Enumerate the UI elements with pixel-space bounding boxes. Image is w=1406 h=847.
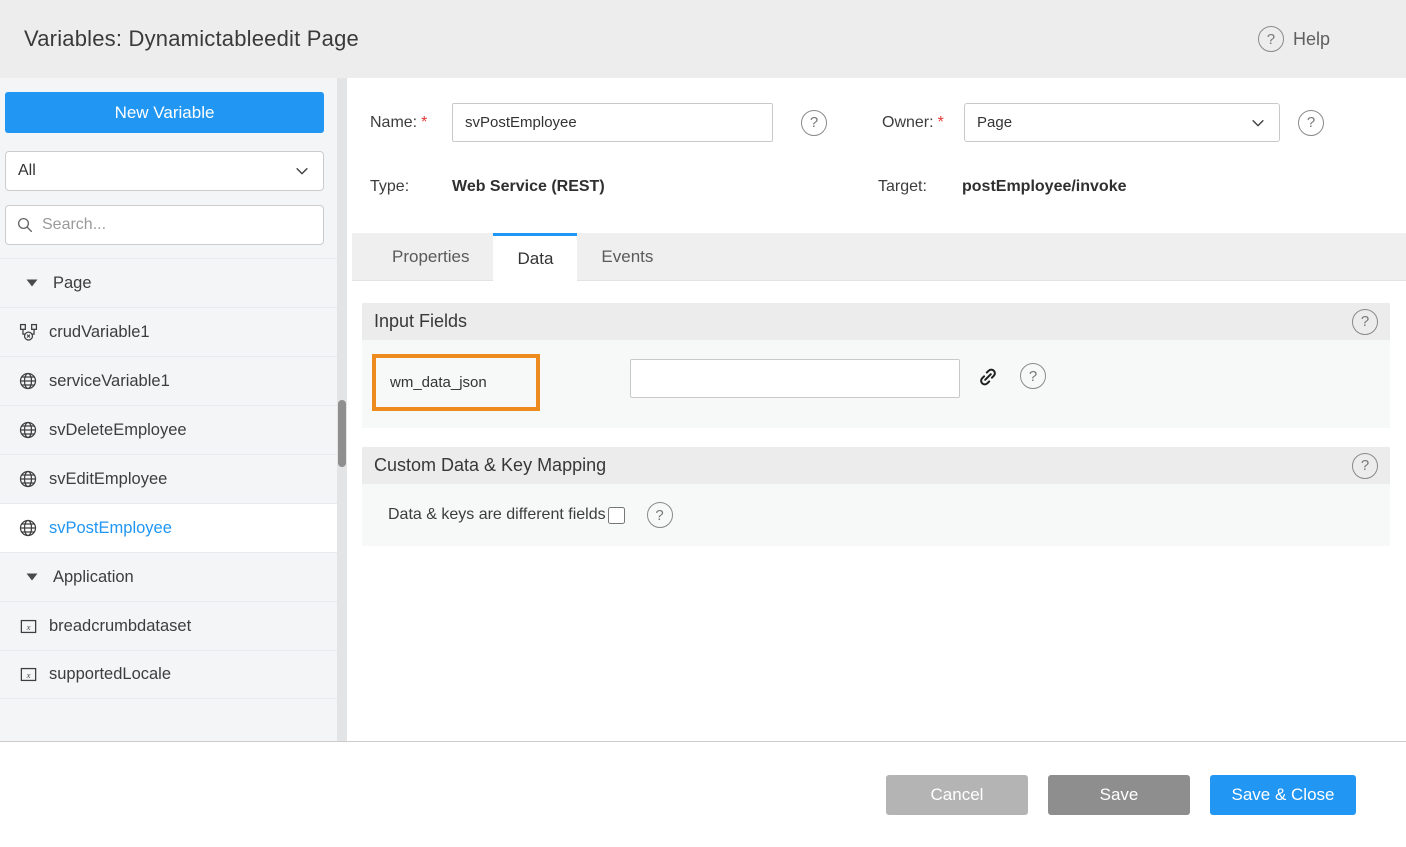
custom-mapping-header: Custom Data & Key Mapping ? (362, 447, 1390, 484)
variable-item-sveditemployee[interactable]: svEditEmployee (0, 454, 337, 503)
variable-label: Application (53, 568, 134, 587)
name-help-icon[interactable]: ? (801, 110, 827, 136)
custom-mapping-body: Data & keys are different fields ? (362, 484, 1390, 546)
owner-select[interactable]: Page (964, 103, 1280, 142)
name-label: Name:* (370, 114, 452, 132)
svg-text:x: x (25, 622, 30, 632)
tab-events[interactable]: Events (577, 233, 677, 280)
variable-list: Page crudVariable1 serviceVariable1 svDelet… (0, 258, 337, 699)
variable-label: svPostEmployee (49, 519, 172, 538)
section-title: Custom Data & Key Mapping (374, 455, 606, 476)
content-footer-divider (0, 741, 1406, 742)
variable-group-page[interactable]: Page (0, 258, 337, 307)
target-value: postEmployee/invoke (962, 178, 1127, 196)
required-asterisk: * (421, 114, 427, 131)
form-row-2: Type: Web Service (REST) Target: postEmp… (370, 176, 1127, 198)
different-fields-checkbox[interactable] (608, 507, 625, 524)
help-icon: ? (1258, 26, 1284, 52)
globe-icon (18, 469, 38, 489)
save-button[interactable]: Save (1048, 775, 1190, 815)
field-value-input[interactable] (630, 359, 960, 398)
custom-mapping-section: Custom Data & Key Mapping ? Data & keys … (362, 447, 1390, 546)
variables-sidebar: New Variable All Page crudVariable1 servic… (0, 78, 337, 742)
search-icon (16, 216, 34, 234)
field-help-icon[interactable]: ? (1020, 363, 1046, 389)
globe-icon (18, 371, 38, 391)
help-label: Help (1293, 29, 1330, 50)
variable-item-svpostemployee[interactable]: svPostEmployee (0, 503, 337, 552)
variable-filter-select[interactable]: All (5, 151, 324, 191)
variable-editor: Name:* ? Owner:* Page ? Type: Web Servic… (352, 78, 1406, 742)
save-and-close-button[interactable]: Save & Close (1210, 775, 1356, 815)
owner-label: Owner:* (882, 114, 964, 132)
bind-link-icon[interactable] (976, 365, 1000, 389)
tab-bar: PropertiesDataEvents (352, 233, 1406, 281)
sidebar-scrollbar[interactable] (337, 78, 347, 742)
owner-help-icon[interactable]: ? (1298, 110, 1324, 136)
model-variable-icon: x (18, 617, 38, 636)
input-fields-help-icon[interactable]: ? (1352, 309, 1378, 335)
variable-label: supportedLocale (49, 665, 171, 684)
variable-label: svEditEmployee (49, 470, 167, 489)
field-name-label: wm_data_json (390, 374, 487, 391)
variable-item-supportedlocale[interactable]: x supportedLocale (0, 650, 337, 699)
chevron-down-icon (293, 162, 311, 180)
svg-text:x: x (25, 670, 30, 680)
input-fields-header: Input Fields ? (362, 303, 1390, 340)
variable-label: svDeleteEmployee (49, 421, 187, 440)
variable-label: Page (53, 274, 92, 293)
globe-icon (18, 518, 38, 538)
dialog-header: Variables: Dynamictableedit Page ? Help (0, 0, 1406, 78)
different-fields-label: Data & keys are different fields (388, 506, 606, 524)
form-row-1: Name:* ? Owner:* Page ? (370, 103, 1324, 142)
section-title: Input Fields (374, 311, 467, 332)
input-fields-body: wm_data_json ? (362, 340, 1390, 428)
model-variable-icon: x (18, 665, 38, 684)
name-input[interactable] (452, 103, 773, 142)
field-name-highlight: wm_data_json (372, 354, 540, 411)
search-box[interactable] (5, 205, 324, 245)
caret-down-icon (22, 570, 42, 584)
scrollbar-thumb[interactable] (338, 400, 346, 467)
page-title: Variables: Dynamictableedit Page (24, 26, 359, 52)
owner-selected-value: Page (977, 114, 1012, 131)
variable-group-application[interactable]: Application (0, 552, 337, 601)
custom-mapping-help-icon[interactable]: ? (1352, 453, 1378, 479)
crud-variable-icon (18, 323, 38, 342)
variable-label: serviceVariable1 (49, 372, 170, 391)
tab-properties[interactable]: Properties (368, 233, 493, 280)
variable-item-crudvariable1[interactable]: crudVariable1 (0, 307, 337, 356)
filter-selected-value: All (18, 162, 36, 180)
input-fields-section: Input Fields ? wm_data_json ? (362, 303, 1390, 428)
type-label: Type: (370, 178, 452, 196)
variable-item-svdeleteemployee[interactable]: svDeleteEmployee (0, 405, 337, 454)
checkbox-help-icon[interactable]: ? (647, 502, 673, 528)
caret-down-icon (22, 276, 42, 290)
chevron-down-icon (1249, 114, 1267, 132)
variable-item-servicevariable1[interactable]: serviceVariable1 (0, 356, 337, 405)
variable-label: crudVariable1 (49, 323, 150, 342)
help-button[interactable]: ? Help (1258, 0, 1330, 78)
type-value: Web Service (REST) (452, 178, 878, 196)
new-variable-button[interactable]: New Variable (5, 92, 324, 133)
search-input[interactable] (42, 216, 313, 234)
required-asterisk: * (938, 114, 944, 131)
globe-icon (18, 420, 38, 440)
variable-label: breadcrumbdataset (49, 617, 191, 636)
target-label: Target: (878, 178, 962, 196)
variable-item-breadcrumbdataset[interactable]: x breadcrumbdataset (0, 601, 337, 650)
variables-dialog: Variables: Dynamictableedit Page ? Help … (0, 0, 1406, 847)
cancel-button[interactable]: Cancel (886, 775, 1028, 815)
tab-data[interactable]: Data (493, 233, 577, 281)
